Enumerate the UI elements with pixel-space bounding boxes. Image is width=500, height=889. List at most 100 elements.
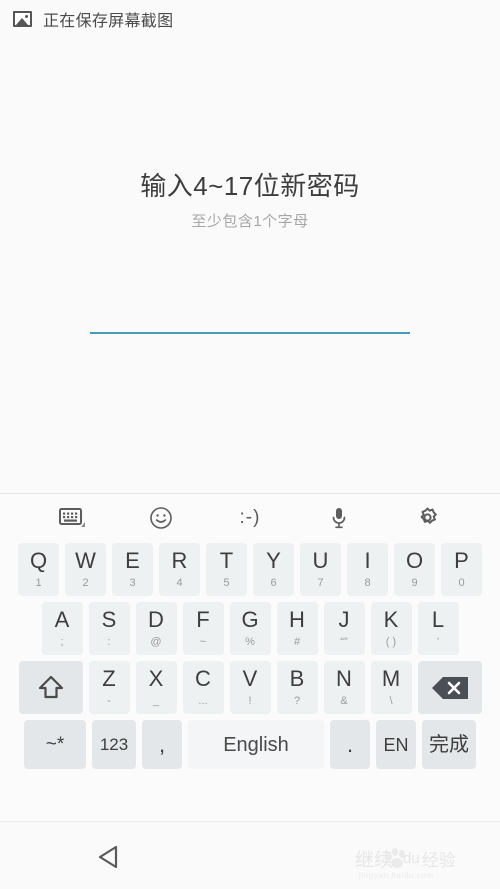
key-h[interactable]: H # <box>276 602 318 655</box>
key-main-label: L <box>431 607 445 632</box>
key-p[interactable]: P0 <box>441 543 482 596</box>
key-main-label: R <box>171 548 188 573</box>
key-sub-label: 3 <box>129 577 136 589</box>
key-main-label: H <box>289 607 305 632</box>
key-e[interactable]: E3 <box>112 543 153 596</box>
numbers-key[interactable]: 123 <box>92 720 136 769</box>
key-sub-label: 6 <box>270 577 277 589</box>
key-sub-label: 0 <box>458 577 465 589</box>
shift-key[interactable] <box>18 661 83 714</box>
key-main-label: I <box>364 548 371 573</box>
key-main-label: A <box>54 607 70 632</box>
keyboard-row-3: Z- X _ C... V! B? N & M \ <box>0 661 500 714</box>
key-main-label: Y <box>266 548 281 573</box>
key-j[interactable]: J “” <box>323 602 365 655</box>
emoji-icon[interactable] <box>139 499 183 537</box>
backspace-key[interactable] <box>417 661 482 714</box>
navigation-bar <box>0 821 500 889</box>
key-main-label: ~* <box>45 734 65 755</box>
key-sub-label: 5 <box>223 577 230 589</box>
key-sub-label: : <box>107 636 111 648</box>
key-sub-label: 7 <box>317 577 324 589</box>
key-main-label: V <box>242 666 258 691</box>
key-sub-label: ~ <box>199 636 207 648</box>
key-d[interactable]: D @ <box>135 602 177 655</box>
backspace-icon <box>431 676 468 699</box>
keyboard-row-1: Q1 W2 E3 R4 T5 Y6 U7 I8 O9 P0 <box>0 543 500 596</box>
key-main-label: M <box>381 666 401 691</box>
key-sub-label: 9 <box>411 577 418 589</box>
key-f[interactable]: F ~ <box>182 602 224 655</box>
key-sub-label: \ <box>389 695 393 707</box>
key-main-label: X <box>148 666 164 691</box>
key-main-label: Z <box>102 666 116 691</box>
key-q[interactable]: Q1 <box>18 543 59 596</box>
key-a[interactable]: A; <box>41 602 83 655</box>
key-c[interactable]: C... <box>182 661 224 714</box>
emoticon-icon[interactable]: :-) <box>228 499 272 537</box>
keyboard-layout-icon[interactable] <box>50 499 94 537</box>
key-t[interactable]: T5 <box>206 543 247 596</box>
status-bar: 正在保存屏幕截图 <box>0 0 500 38</box>
key-main-label: W <box>75 548 96 573</box>
space-key[interactable]: English <box>188 720 324 769</box>
key-main-label: English <box>223 733 289 756</box>
key-y[interactable]: Y6 <box>253 543 294 596</box>
key-main-label: . <box>346 731 354 757</box>
key-i[interactable]: I8 <box>347 543 388 596</box>
key-main-label: B <box>289 666 305 691</box>
key-main-label: O <box>405 548 424 573</box>
key-v[interactable]: V! <box>229 661 271 714</box>
key-l[interactable]: L’ <box>417 602 459 655</box>
microphone-icon[interactable] <box>317 499 361 537</box>
done-key[interactable]: 完成 <box>422 720 476 769</box>
key-k[interactable]: K ( ) <box>370 602 412 655</box>
key-sub-label: & <box>340 695 348 707</box>
key-main-label: K <box>383 607 399 632</box>
key-x[interactable]: X _ <box>135 661 177 714</box>
key-sub-label: “” <box>340 636 348 648</box>
emoticon-label: :-) <box>239 506 261 528</box>
key-sub-label: ... <box>198 695 208 707</box>
key-sub-label: @ <box>150 636 162 648</box>
key-sub-label: 4 <box>176 577 183 589</box>
key-b[interactable]: B? <box>276 661 318 714</box>
key-sub-label: # <box>293 636 301 648</box>
comma-key[interactable]: , <box>142 720 182 769</box>
key-main-label: E <box>125 548 140 573</box>
key-main-label: 完成 <box>429 733 469 756</box>
key-m[interactable]: M \ <box>370 661 412 714</box>
key-sub-label: ? <box>293 695 301 707</box>
key-main-label: N <box>336 666 352 691</box>
keyboard-row-4: ~* 123 , English . EN 完成 <box>0 720 500 769</box>
shift-arrow-icon <box>38 675 63 699</box>
key-main-label: C <box>195 666 211 691</box>
language-key[interactable]: EN <box>376 720 416 769</box>
key-main-label: 123 <box>99 735 129 754</box>
key-main-label: G <box>241 607 259 632</box>
key-main-label: T <box>219 548 234 573</box>
key-r[interactable]: R4 <box>159 543 200 596</box>
key-n[interactable]: N & <box>323 661 365 714</box>
key-main-label: U <box>312 548 329 573</box>
period-key[interactable]: . <box>330 720 370 769</box>
key-g[interactable]: G% <box>229 602 271 655</box>
key-u[interactable]: U7 <box>300 543 341 596</box>
settings-gear-icon[interactable] <box>406 499 450 537</box>
key-z[interactable]: Z- <box>88 661 130 714</box>
key-main-label: P <box>454 548 469 573</box>
image-icon <box>13 11 32 27</box>
password-setup-panel: 输入4~17位新密码 至少包含1个字母 <box>0 38 500 493</box>
key-main-label: EN <box>383 734 409 755</box>
key-o[interactable]: O9 <box>394 543 435 596</box>
back-button[interactable] <box>93 840 127 874</box>
symbols-key[interactable]: ~* <box>24 720 86 769</box>
soft-keyboard: :-) Q1 W2 E3 R4 T5 Y6 U7 I8 O9 P0 A ; S … <box>0 493 500 821</box>
key-s[interactable]: S: <box>88 602 130 655</box>
keyboard-toolbar: :-) <box>0 494 500 541</box>
keyboard-row-2: A; S: D @ F ~ G% H # J “” K( ) L’ <box>0 602 500 655</box>
key-w[interactable]: W2 <box>65 543 106 596</box>
key-sub-label: 1 <box>35 577 42 589</box>
password-input[interactable] <box>90 300 410 334</box>
key-main-label: , <box>158 731 166 757</box>
